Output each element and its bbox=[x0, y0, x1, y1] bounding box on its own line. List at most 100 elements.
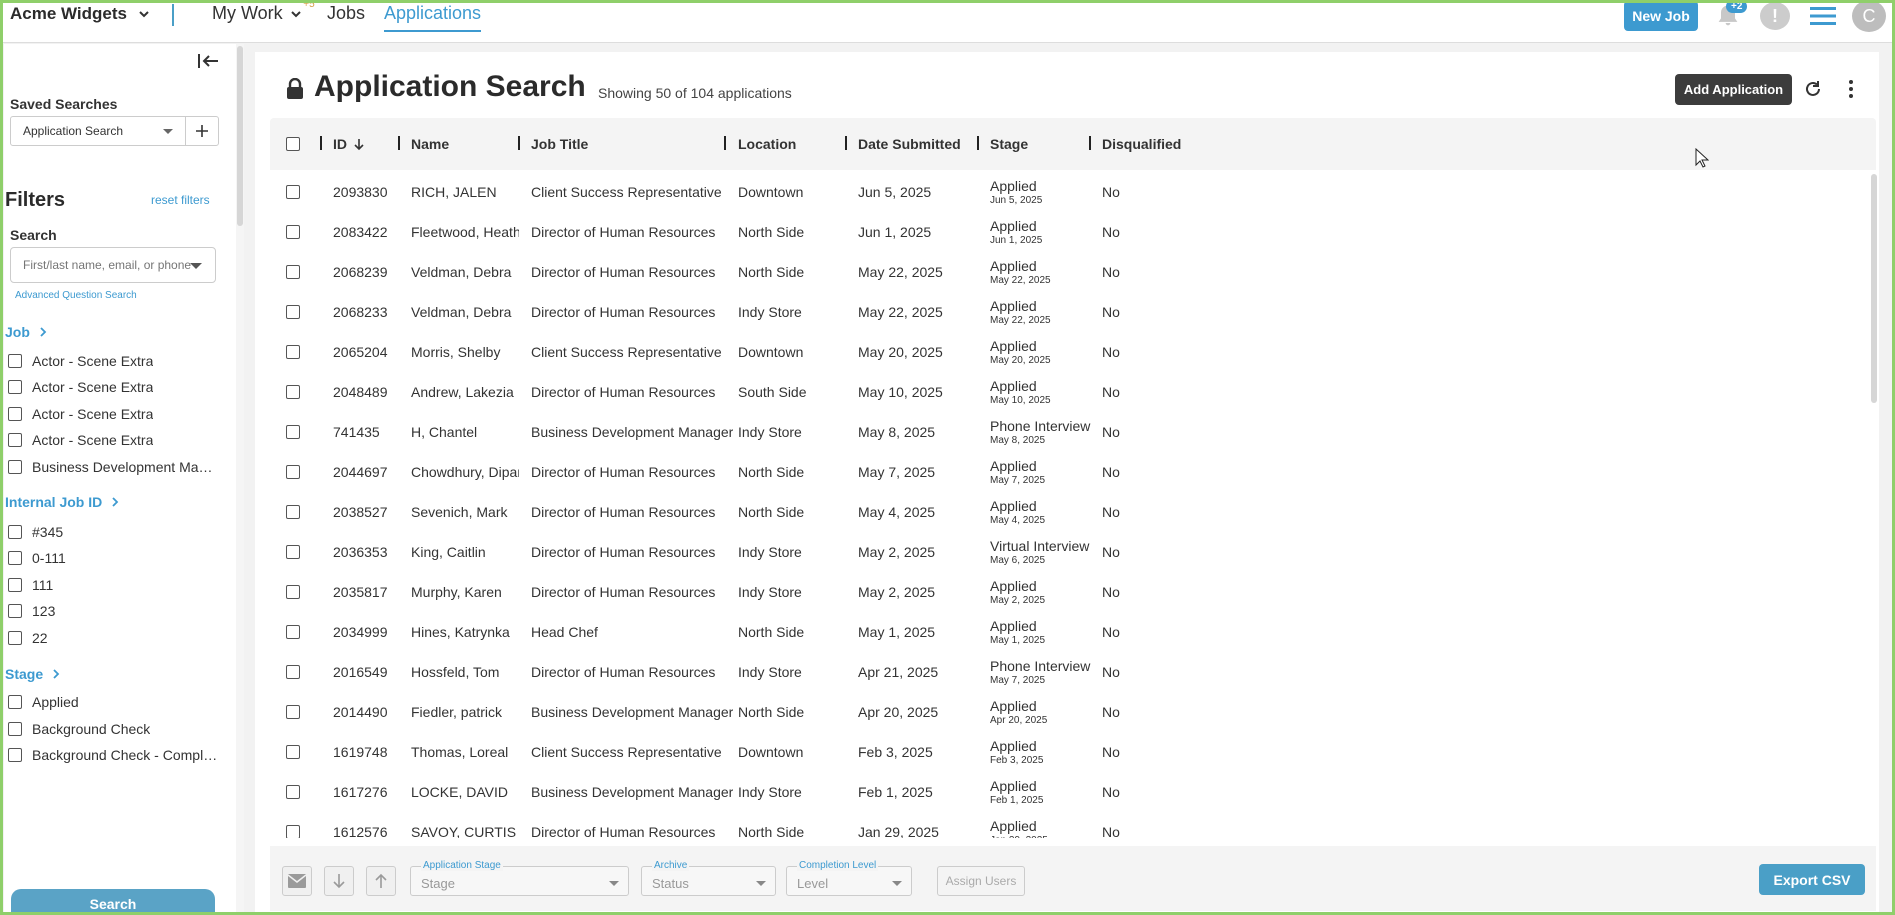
collapse-sidebar-button[interactable] bbox=[196, 52, 220, 70]
table-row[interactable]: 2065204 Morris, Shelby Client Success Repr… bbox=[270, 330, 1860, 370]
column-header-name[interactable]: Name bbox=[411, 136, 449, 152]
new-job-button[interactable]: New Job bbox=[1624, 1, 1698, 31]
checkbox[interactable] bbox=[8, 460, 22, 474]
scrollbar-thumb[interactable] bbox=[1871, 174, 1877, 403]
table-row[interactable]: 741435 H, Chantel Business Development Man… bbox=[270, 410, 1860, 450]
cell-name[interactable]: LOCKE, DAVID bbox=[411, 784, 519, 800]
column-separator[interactable] bbox=[398, 136, 400, 150]
checkbox[interactable] bbox=[8, 380, 22, 394]
row-checkbox[interactable] bbox=[286, 705, 300, 719]
column-header-disqualified[interactable]: Disqualified bbox=[1102, 136, 1181, 152]
table-row[interactable]: 2016549 Hossfeld, Tom Director of Human Re… bbox=[270, 650, 1860, 690]
cell-name[interactable]: Thomas, Loreal bbox=[411, 744, 519, 760]
row-checkbox[interactable] bbox=[286, 185, 300, 199]
move-down-button[interactable] bbox=[324, 866, 354, 896]
checkbox[interactable] bbox=[8, 525, 22, 539]
filter-option[interactable]: #345 bbox=[8, 524, 218, 540]
cell-name[interactable]: H, Chantel bbox=[411, 424, 519, 440]
export-csv-button[interactable]: Export CSV bbox=[1759, 864, 1865, 895]
cell-name[interactable]: Veldman, Debra bbox=[411, 264, 519, 280]
more-options-button[interactable] bbox=[1847, 79, 1855, 99]
nav-my-work[interactable]: My Work +5 bbox=[212, 0, 315, 24]
column-separator[interactable] bbox=[1089, 136, 1091, 150]
checkbox[interactable] bbox=[8, 578, 22, 592]
filter-option[interactable]: 111 bbox=[8, 577, 218, 593]
column-separator[interactable] bbox=[320, 136, 322, 150]
table-row[interactable]: 2038527 Sevenich, Mark Director of Human R… bbox=[270, 490, 1860, 530]
search-dropdown-icon[interactable] bbox=[190, 263, 202, 269]
checkbox[interactable] bbox=[8, 604, 22, 618]
row-checkbox[interactable] bbox=[286, 785, 300, 799]
table-row[interactable]: 1612576 SAVOY, CURTIS Director of Human Re… bbox=[270, 810, 1860, 838]
checkbox[interactable] bbox=[8, 631, 22, 645]
checkbox[interactable] bbox=[8, 722, 22, 736]
checkbox[interactable] bbox=[8, 748, 22, 762]
filter-option[interactable]: Background Check bbox=[8, 721, 218, 737]
cell-name[interactable]: Hines, Katrynka bbox=[411, 624, 519, 640]
checkbox[interactable] bbox=[8, 433, 22, 447]
row-checkbox[interactable] bbox=[286, 545, 300, 559]
row-checkbox[interactable] bbox=[286, 505, 300, 519]
row-checkbox[interactable] bbox=[286, 345, 300, 359]
cell-name[interactable]: Fiedler, patrick bbox=[411, 704, 519, 720]
filter-option[interactable]: Actor - Scene Extra bbox=[8, 379, 218, 395]
add-saved-search-button[interactable] bbox=[185, 116, 219, 146]
row-checkbox[interactable] bbox=[286, 265, 300, 279]
column-separator[interactable] bbox=[518, 136, 520, 150]
filter-option[interactable]: 123 bbox=[8, 603, 218, 619]
checkbox[interactable] bbox=[8, 407, 22, 421]
table-row[interactable]: 2036353 King, Caitlin Director of Human Re… bbox=[270, 530, 1860, 570]
org-switcher[interactable]: Acme Widgets bbox=[10, 4, 151, 24]
column-header-date-submitted[interactable]: Date Submitted bbox=[858, 136, 961, 152]
cell-name[interactable]: Morris, Shelby bbox=[411, 344, 519, 360]
notifications-button[interactable]: +2 bbox=[1714, 0, 1748, 30]
nav-applications[interactable]: Applications bbox=[384, 3, 482, 32]
refresh-button[interactable] bbox=[1803, 79, 1823, 99]
table-row[interactable]: 2048489 Andrew, Lakezia Director of Human … bbox=[270, 370, 1860, 410]
filter-option[interactable]: Applied bbox=[8, 694, 218, 710]
user-avatar[interactable]: C bbox=[1852, 0, 1886, 32]
row-checkbox[interactable] bbox=[286, 305, 300, 319]
table-row[interactable]: 1617276 LOCKE, DAVID Business Development … bbox=[270, 770, 1860, 810]
column-separator[interactable] bbox=[845, 136, 847, 150]
row-checkbox[interactable] bbox=[286, 425, 300, 439]
checkbox[interactable] bbox=[8, 551, 22, 565]
row-checkbox[interactable] bbox=[286, 625, 300, 639]
filter-option[interactable]: Actor - Scene Extra bbox=[8, 353, 218, 369]
filter-group-internal-job-id[interactable]: Internal Job ID bbox=[5, 494, 120, 510]
archive-status-select[interactable]: Archive Status bbox=[641, 860, 776, 896]
sidebar-scrollbar[interactable] bbox=[236, 44, 244, 915]
sidebar-search-button[interactable]: Search bbox=[11, 889, 215, 915]
cell-name[interactable]: Chowdhury, Dipanka bbox=[411, 464, 519, 480]
table-row[interactable]: 2044697 Chowdhury, Dipanka Director of Hum… bbox=[270, 450, 1860, 490]
filter-option[interactable]: 0-111 bbox=[8, 550, 218, 566]
alert-button[interactable]: ! bbox=[1760, 2, 1790, 30]
table-row[interactable]: 2093830 RICH, JALEN Client Success Represe… bbox=[270, 170, 1860, 210]
main-menu-button[interactable] bbox=[1808, 4, 1838, 28]
filter-option[interactable]: Business Development Manager bbox=[8, 459, 218, 475]
cell-name[interactable]: Veldman, Debra bbox=[411, 304, 519, 320]
assign-users-button[interactable]: Assign Users bbox=[937, 866, 1025, 896]
row-checkbox[interactable] bbox=[286, 225, 300, 239]
cell-name[interactable]: King, Caitlin bbox=[411, 544, 519, 560]
table-row[interactable]: 2014490 Fiedler, patrick Business Developm… bbox=[270, 690, 1860, 730]
checkbox[interactable] bbox=[8, 354, 22, 368]
cell-name[interactable]: Andrew, Lakezia bbox=[411, 384, 519, 400]
row-checkbox[interactable] bbox=[286, 665, 300, 679]
application-stage-select[interactable]: Application Stage Stage bbox=[410, 860, 629, 896]
row-checkbox[interactable] bbox=[286, 825, 300, 838]
select-all-checkbox[interactable] bbox=[286, 137, 300, 151]
add-application-button[interactable]: Add Application bbox=[1675, 74, 1792, 105]
checkbox[interactable] bbox=[8, 695, 22, 709]
table-scrollbar[interactable] bbox=[1871, 174, 1879, 834]
filter-group-job[interactable]: Job bbox=[5, 324, 48, 340]
filter-option[interactable]: 22 bbox=[8, 630, 218, 646]
table-row[interactable]: 2035817 Murphy, Karen Director of Human Re… bbox=[270, 570, 1860, 610]
reset-filters-link[interactable]: reset filters bbox=[151, 193, 210, 207]
row-checkbox[interactable] bbox=[286, 745, 300, 759]
saved-search-select[interactable]: Application Search bbox=[10, 116, 186, 146]
column-header-stage[interactable]: Stage bbox=[990, 136, 1028, 152]
row-checkbox[interactable] bbox=[286, 585, 300, 599]
email-button[interactable] bbox=[282, 866, 312, 896]
scrollbar-thumb[interactable] bbox=[237, 46, 243, 226]
